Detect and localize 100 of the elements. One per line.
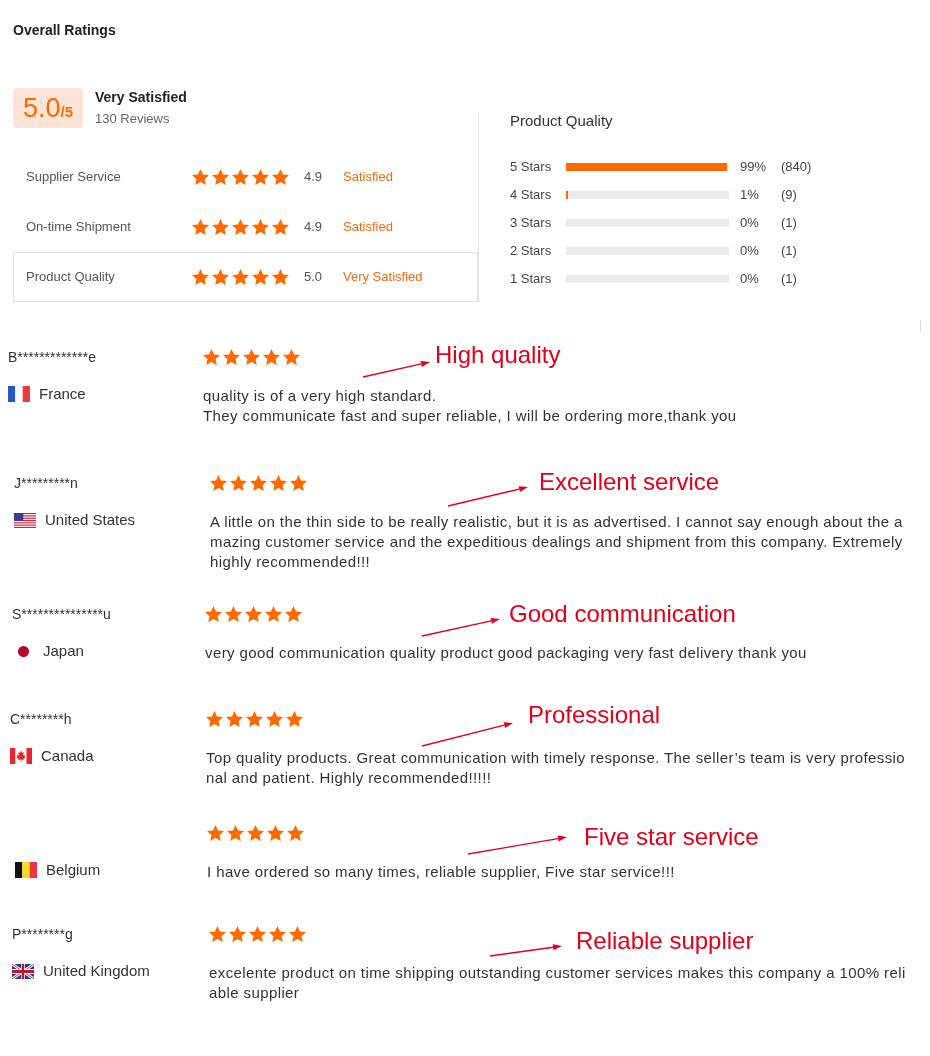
reviewer-name: C********h [10,709,72,729]
star-icon [287,825,304,841]
reviewer-country: Belgium [46,859,101,880]
star-icon [272,169,289,185]
review-text: quality is of a very high standard. They communicate fast and super reliable, I will be ordering more,thank you [203,386,738,426]
rating-label: On-time Shipment [26,218,132,237]
star-icon [230,475,247,491]
star-icon [249,926,266,942]
star-level-label: 4 Stars [510,186,553,205]
star-icon [223,349,240,365]
percent-value: 1% [740,186,760,205]
percent-value: 0% [740,270,760,289]
star-icon [243,349,260,365]
reviewer-country: United States [45,509,136,530]
star-icon [209,926,226,942]
annotation-label: Reliable supplier [576,927,754,955]
star-icon [252,269,269,285]
star-icon [265,606,282,622]
star-icon [212,169,229,185]
star-icon [192,269,209,285]
annotation-label: High quality [435,341,561,369]
star-icon [206,711,223,727]
star-icon [246,711,263,727]
star-icon [272,269,289,285]
star-icon [212,219,229,235]
reviewer-name: J*********n [14,473,78,493]
star-icon [232,219,249,235]
star-icon [266,711,283,727]
overall-verdict: Very Satisfied [95,88,187,106]
star-icon [252,169,269,185]
rating-value: 5.0 [304,268,324,287]
annotation-label: Good communication [509,600,736,628]
review-count-value: (1) [781,270,797,289]
us-flag-icon [14,512,36,528]
star-icon [263,349,280,365]
review-count: 130 Reviews [95,110,170,128]
rating-row[interactable]: Supplier Service 4.9 Satisfied [13,152,478,202]
star-icon [283,349,300,365]
percent-value: 0% [740,242,760,261]
reviewer-country: France [39,383,86,404]
star-icon [207,825,224,841]
score-scale: /5 [60,103,74,121]
rating-row[interactable]: On-time Shipment 4.9 Satisfied [13,202,478,252]
star-level-label: 5 Stars [510,158,553,177]
star-icon [203,349,220,365]
star-icon [210,475,227,491]
star-icon [267,825,284,841]
rating-value: 4.9 [304,218,324,237]
star-icon [269,926,286,942]
rating-row[interactable]: Product Quality 5.0 Very Satisfied [13,252,478,302]
rating-verdict: Very Satisfied [343,268,423,287]
reviewer-country: United Kingdom [43,960,150,981]
annotation-label: Professional [528,701,661,729]
uk-flag-icon [12,963,34,979]
france-flag-icon [8,386,30,402]
review-count-value: (840) [781,158,812,177]
star-icon [205,606,222,622]
annotation-label: Excellent service [539,468,720,496]
star-icon [245,606,262,622]
reviewer-name: S***************u [12,604,111,624]
belgium-flag-icon [15,862,37,878]
score-value: 5.0 [22,94,61,122]
star-icon [192,219,209,235]
star-icon [286,711,303,727]
star-icon [192,169,209,185]
star-icon [227,825,244,841]
star-icon [232,169,249,185]
rating-verdict: Satisfied [343,168,393,187]
reviewer-country: Japan [43,640,84,661]
annotation-label: Five star service [584,823,759,851]
star-level-label: 2 Stars [510,242,553,261]
star-icon [232,269,249,285]
star-icon [272,219,289,235]
star-icon [250,475,267,491]
review-text: excelente product on time shipping outstanding customer services makes this company a 100% reliable supplier [209,963,907,1003]
review-count-value: (1) [781,214,797,233]
rating-value: 4.9 [304,168,324,187]
review-text: A little on the thin side to be really realistic, but it is as advertised. I cannot say enough about the amazing customer service and the expeditious dealings and shipment from this company. Extremely highly recommended!!! [210,512,904,572]
star-level-label: 1 Stars [510,270,553,289]
rating-label: Product Quality [26,268,116,287]
review-text: Top quality products. Great communication with timely response. The seller’s team is very professional and patient. Highly recommended!!!!! [206,748,907,788]
star-icon [270,475,287,491]
star-icon [226,711,243,727]
annotation-arrow [363,358,432,379]
percent-value: 0% [740,214,760,233]
rating-label: Supplier Service [26,168,122,187]
japan-flag-icon [17,645,29,657]
canada-flag-icon [10,748,32,764]
star-icon [252,219,269,235]
star-icon [247,825,264,841]
star-icon [290,475,307,491]
star-icon [225,606,242,622]
reviewer-name: B*************e [8,347,96,367]
review-text: very good communication quality product good packaging very fast delivery thank you [205,643,808,663]
review-count-value: (9) [781,186,797,205]
breakdown-title: Product Quality [510,111,613,131]
star-icon [212,269,229,285]
percent-value: 99% [740,158,768,177]
reviewer-country: Canada [41,745,94,766]
section-title: Overall Ratings [13,21,116,40]
